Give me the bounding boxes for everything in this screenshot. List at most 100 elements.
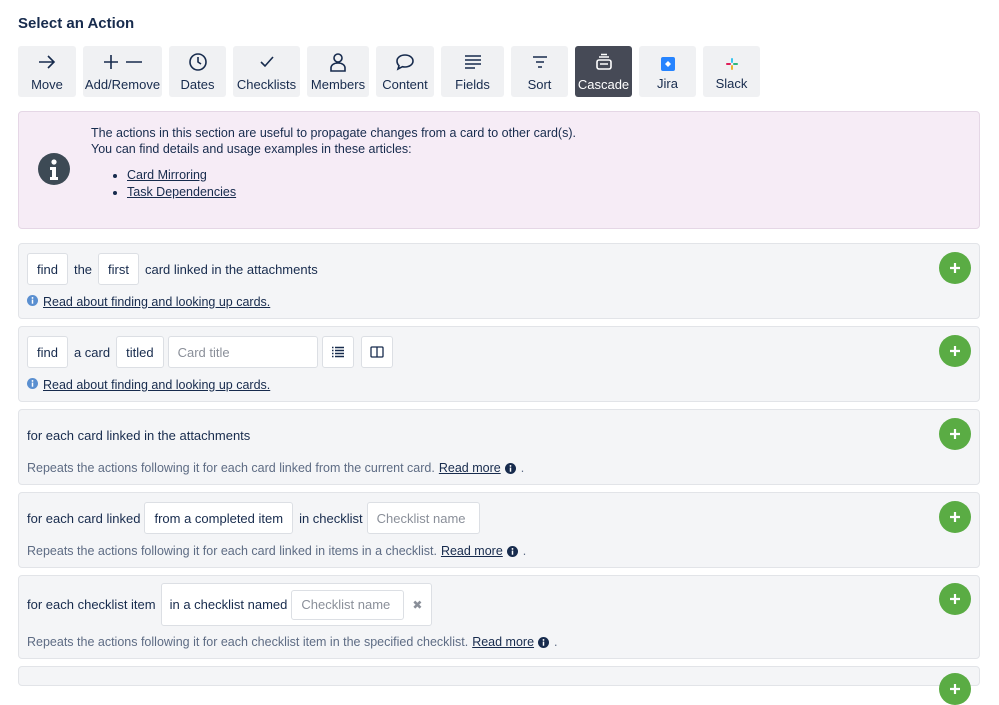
plus-icon: [950, 346, 960, 356]
checklist-filter-group: in a checklist named Checklist name ✖: [160, 583, 433, 626]
tab-slack[interactable]: Slack: [703, 46, 760, 97]
info-line-2: You can find details and usage examples …: [91, 142, 412, 156]
helper-row: Read about finding and looking up cards.: [27, 295, 270, 309]
action-find-titled-card: find a card titled Card title Read about…: [18, 326, 980, 402]
find-mode-select[interactable]: find: [27, 336, 68, 368]
add-action-button[interactable]: [939, 673, 971, 705]
tab-content[interactable]: Content: [376, 46, 434, 97]
slack-icon: [725, 56, 738, 72]
description-row: Repeats the actions following it for eac…: [27, 635, 558, 649]
plus-icon: [950, 512, 960, 522]
action-row: for each card linked in the attachments: [27, 428, 250, 443]
tab-label: Dates: [180, 77, 215, 92]
tab-label: Cascade: [577, 77, 630, 92]
static-text: the: [73, 261, 93, 277]
checklist-name-input[interactable]: Checklist name: [366, 502, 480, 534]
info-text: The actions in this section are useful t…: [91, 125, 576, 201]
plus-icon: [950, 429, 960, 439]
add-action-button[interactable]: [939, 583, 971, 615]
checkmark-icon: [259, 52, 275, 72]
info-icon: [38, 153, 70, 190]
help-link[interactable]: Read about finding and looking up cards.: [43, 378, 270, 392]
info-circle-icon: [504, 462, 516, 474]
list-options-button[interactable]: [321, 336, 354, 368]
plus-icon: [950, 594, 960, 604]
tab-add-remove[interactable]: Add/Remove: [83, 46, 162, 97]
tab-move[interactable]: Move: [18, 46, 76, 97]
tab-checklists[interactable]: Checklists: [233, 46, 300, 97]
arrow-right-icon: [37, 52, 57, 72]
action-description: Repeats the actions following it for eac…: [27, 544, 437, 558]
person-icon: [329, 52, 347, 72]
info-circle-icon: [538, 636, 550, 648]
columns-icon: [369, 346, 384, 358]
tab-sort[interactable]: Sort: [511, 46, 568, 97]
description-row: Repeats the actions following it for eac…: [27, 461, 524, 475]
checklist-scope-select[interactable]: in a checklist named: [170, 597, 288, 612]
info-circle-icon: [506, 545, 518, 557]
clock-icon: [188, 52, 208, 72]
read-more-link[interactable]: Read more: [441, 544, 503, 558]
board-options-button[interactable]: [360, 336, 393, 368]
card-title-input[interactable]: Card title: [167, 336, 318, 368]
tab-jira[interactable]: Jira: [639, 46, 696, 97]
tab-label: Add/Remove: [84, 77, 161, 92]
list-item: Card Mirroring: [127, 167, 576, 184]
article-links: Card Mirroring Task Dependencies: [91, 167, 576, 201]
link-task-dependencies[interactable]: Task Dependencies: [127, 185, 236, 199]
add-action-button[interactable]: [939, 335, 971, 367]
read-more-link[interactable]: Read more: [439, 461, 501, 475]
action-title: for each card linked in the attachments: [27, 428, 251, 443]
tab-fields[interactable]: Fields: [441, 46, 504, 97]
action-toolbar: Move Add/Remove Dates Checklists Members…: [18, 46, 767, 97]
page-title: Select an Action: [18, 15, 135, 32]
add-action-button[interactable]: [939, 252, 971, 284]
item-state-select[interactable]: from a completed item: [144, 502, 294, 534]
speech-bubble-icon: [395, 52, 415, 72]
action-find-linked-card: find the first card linked in the attach…: [18, 243, 980, 319]
punctuation: .: [554, 635, 558, 649]
helper-row: Read about finding and looking up cards.: [27, 378, 270, 392]
action-description: Repeats the actions following it for eac…: [27, 635, 469, 649]
sort-icon: [532, 52, 548, 72]
action-foreach-checklist-item: for each checklist item in a checklist n…: [18, 575, 980, 659]
plus-icon: [950, 263, 960, 273]
punctuation: .: [522, 544, 527, 558]
checklist-name-input[interactable]: Checklist name: [291, 589, 405, 620]
add-action-button[interactable]: [939, 418, 971, 450]
info-small-icon: [27, 378, 38, 392]
static-text: in checklist: [299, 510, 363, 526]
help-link[interactable]: Read about finding and looking up cards.: [43, 295, 270, 309]
find-mode-select[interactable]: find: [27, 253, 68, 285]
tab-label: Content: [382, 77, 428, 92]
link-card-mirroring[interactable]: Card Mirroring: [127, 168, 207, 182]
tab-label: Jira: [657, 76, 678, 91]
tab-label: Members: [310, 77, 366, 92]
tab-dates[interactable]: Dates: [169, 46, 226, 97]
static-text: for each card linked: [27, 510, 141, 526]
match-type-select[interactable]: titled: [116, 336, 164, 368]
list-item: Task Dependencies: [127, 184, 576, 201]
info-small-icon: [27, 295, 38, 309]
tab-label: Checklists: [236, 77, 297, 92]
clear-icon[interactable]: ✖: [406, 598, 428, 612]
tab-cascade[interactable]: Cascade: [575, 46, 632, 97]
add-action-button[interactable]: [939, 501, 971, 533]
jira-icon: [660, 56, 675, 72]
action-row: for each card linked from a completed it…: [27, 502, 480, 534]
position-select[interactable]: first: [98, 253, 139, 285]
tab-members[interactable]: Members: [307, 46, 369, 97]
static-text: for each checklist item: [27, 597, 156, 612]
action-foreach-attachment: for each card linked in the attachments …: [18, 409, 980, 485]
static-text: card linked in the attachments: [145, 261, 318, 277]
action-description: Repeats the actions following it for eac…: [27, 461, 435, 475]
info-line-1: The actions in this section are useful t…: [91, 126, 576, 140]
plus-icon: [950, 684, 960, 694]
info-panel: The actions in this section are useful t…: [18, 111, 980, 229]
fields-icon: [464, 52, 482, 72]
list-icon: [331, 346, 344, 358]
read-more-link[interactable]: Read more: [472, 635, 534, 649]
action-row: find a card titled Card title: [27, 336, 393, 368]
tab-label: Move: [31, 77, 63, 92]
action-foreach-checklist-link: for each card linked from a completed it…: [18, 492, 980, 568]
